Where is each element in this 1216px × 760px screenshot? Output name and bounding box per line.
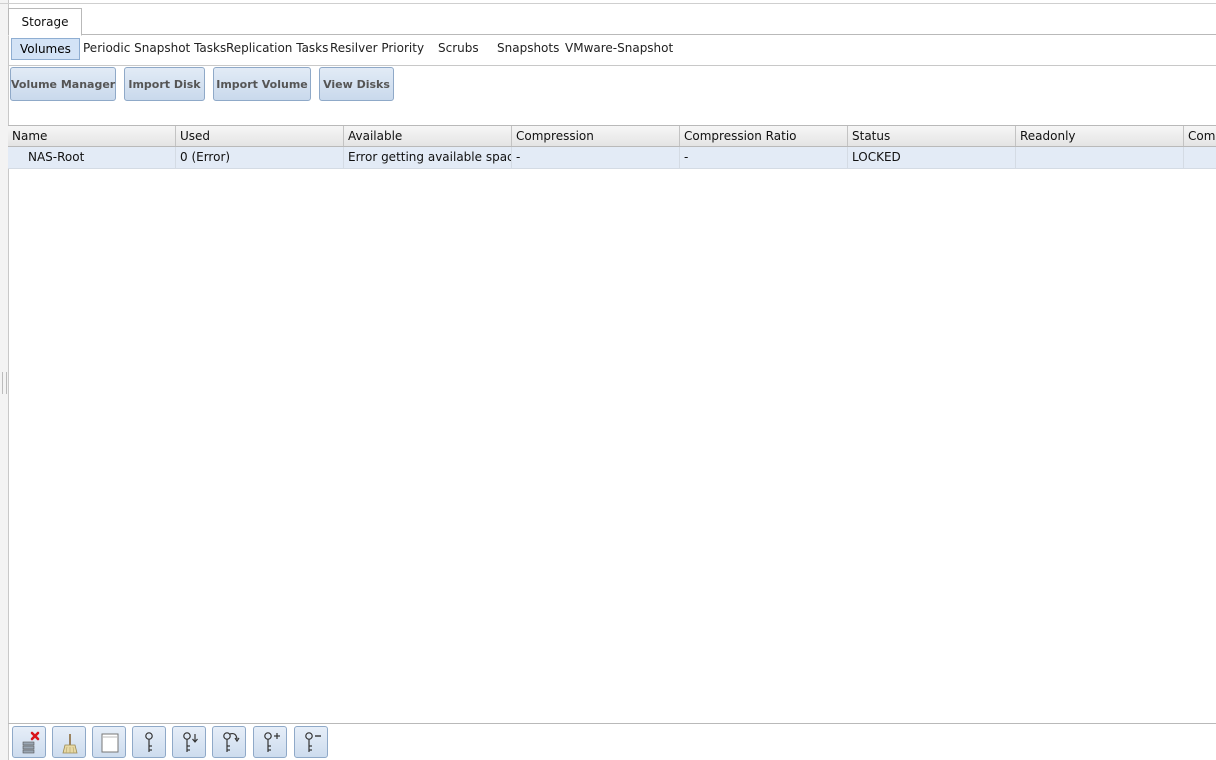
cell-status: LOCKED — [848, 147, 1016, 168]
table-row[interactable]: NAS-Root 0 (Error) Error getting availab… — [8, 147, 1216, 169]
column-header-compression[interactable]: Compression — [512, 126, 680, 146]
scrub-volume-button[interactable] — [52, 726, 86, 758]
column-header-name[interactable]: Name — [8, 126, 176, 146]
cell-available: Error getting available space — [344, 147, 512, 168]
add-recovery-key-button[interactable] — [253, 726, 287, 758]
column-header-available[interactable]: Available — [344, 126, 512, 146]
column-header-comments[interactable]: Comm — [1184, 126, 1216, 146]
column-header-readonly[interactable]: Readonly — [1016, 126, 1184, 146]
encryption-key-button[interactable] — [132, 726, 166, 758]
remove-recovery-key-button[interactable] — [294, 726, 328, 758]
encryption-key-icon — [145, 732, 153, 752]
tab-vmware-snapshot[interactable]: VMware-Snapshot — [563, 38, 675, 58]
volume-action-toolbar — [8, 722, 1216, 760]
storage-panel: Storage Volumes Periodic Snapshot Tasks … — [8, 4, 1216, 760]
volume-status-button[interactable] — [92, 726, 126, 758]
cell-name: NAS-Root — [8, 147, 176, 168]
cell-compression-ratio: - — [680, 147, 848, 168]
download-key-icon — [183, 732, 198, 752]
view-disks-button[interactable]: View Disks — [319, 67, 394, 101]
detach-volume-icon — [22, 731, 40, 754]
cell-readonly — [1016, 147, 1184, 168]
cell-compression: - — [512, 147, 680, 168]
splitter-handle[interactable] — [2, 372, 7, 394]
tab-snapshots[interactable]: Snapshots — [495, 38, 561, 58]
volume-manager-button[interactable]: Volume Manager — [10, 67, 116, 101]
detach-volume-button[interactable] — [12, 726, 46, 758]
tab-replication-tasks[interactable]: Replication Tasks — [224, 38, 330, 58]
import-volume-button[interactable]: Import Volume — [213, 67, 311, 101]
column-header-status[interactable]: Status — [848, 126, 1016, 146]
add-recovery-key-icon — [264, 732, 280, 752]
tab-volumes[interactable]: Volumes — [11, 38, 80, 60]
import-disk-button[interactable]: Import Disk — [124, 67, 205, 101]
column-header-compression-ratio[interactable]: Compression Ratio — [680, 126, 848, 146]
cell-used: 0 (Error) — [176, 147, 344, 168]
cell-comments — [1184, 147, 1216, 168]
tab-periodic-snapshot-tasks[interactable]: Periodic Snapshot Tasks — [81, 38, 228, 58]
tab-resilver-priority[interactable]: Resilver Priority — [328, 38, 426, 58]
volume-status-icon — [101, 733, 119, 753]
tab-storage[interactable]: Storage — [8, 8, 82, 36]
change-passphrase-button[interactable] — [212, 726, 246, 758]
column-header-used[interactable]: Used — [176, 126, 344, 146]
tab-scrubs[interactable]: Scrubs — [436, 38, 481, 58]
scrub-volume-icon — [62, 734, 78, 754]
download-key-button[interactable] — [172, 726, 206, 758]
storage-subtabs: Volumes Periodic Snapshot Tasks Replicat… — [8, 35, 1216, 66]
remove-recovery-key-icon — [305, 732, 321, 752]
volumes-grid: Name Used Available Compression Compress… — [8, 125, 1216, 724]
change-passphrase-icon — [223, 732, 240, 752]
grid-header: Name Used Available Compression Compress… — [8, 126, 1216, 147]
top-tab-bar: Storage — [8, 4, 1216, 36]
